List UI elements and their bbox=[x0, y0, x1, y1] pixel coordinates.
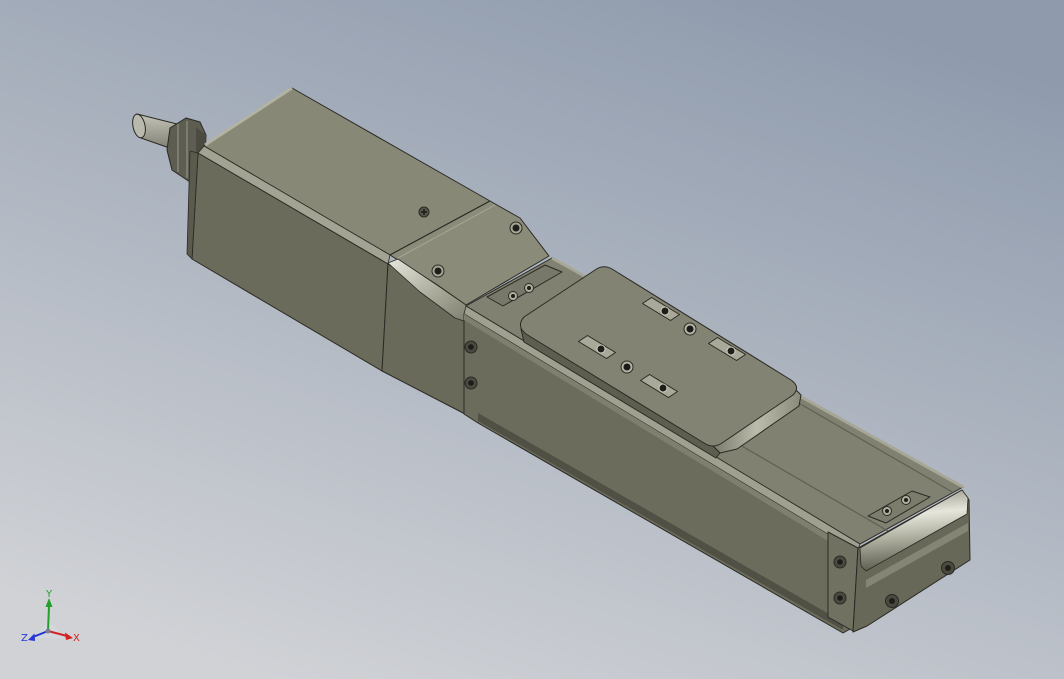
viewport-canvas[interactable]: Y X Z bbox=[0, 0, 1064, 679]
adapter-hole bbox=[431, 264, 445, 278]
triad-origin bbox=[45, 628, 51, 634]
triad-y-label: Y bbox=[45, 589, 53, 600]
hole-bore bbox=[512, 224, 520, 232]
rail-side-screw bbox=[464, 376, 478, 390]
screw-socket bbox=[904, 498, 908, 502]
screw-socket bbox=[837, 559, 843, 565]
adapter-hole bbox=[509, 221, 523, 235]
screw-socket bbox=[885, 509, 889, 513]
screw-socket bbox=[889, 598, 895, 604]
rail-end-plate-screw bbox=[901, 495, 911, 505]
slot-hole bbox=[726, 346, 736, 356]
end-cap-side-screw bbox=[833, 591, 847, 605]
triad-x-label: X bbox=[73, 633, 80, 644]
triad-z-label: Z bbox=[21, 633, 28, 644]
screw-socket bbox=[468, 380, 474, 386]
end-cap-face-screw bbox=[941, 561, 955, 575]
end-cap-side-screw bbox=[833, 555, 847, 569]
screw-socket bbox=[945, 565, 951, 571]
motor-top-screw bbox=[418, 206, 430, 218]
rail-end-plate-screw bbox=[882, 506, 892, 516]
rail-side-screw bbox=[464, 340, 478, 354]
cad-graphics-viewport[interactable]: Y X Z bbox=[0, 0, 1064, 679]
hole-bore bbox=[434, 267, 442, 275]
end-plate-screw bbox=[524, 283, 534, 293]
end-cap-face-screw bbox=[885, 594, 899, 608]
screw-socket bbox=[527, 286, 531, 290]
screw-socket bbox=[837, 595, 843, 601]
end-plate-screw bbox=[508, 291, 518, 301]
hole-bore bbox=[623, 363, 631, 371]
screw-socket bbox=[511, 294, 515, 298]
slot-hole bbox=[596, 344, 606, 354]
triad-y-axis bbox=[47, 605, 50, 632]
carriage-pin-hole bbox=[620, 360, 634, 374]
screw-socket bbox=[468, 344, 474, 350]
slot-hole bbox=[660, 306, 670, 316]
carriage-pin-hole bbox=[683, 322, 697, 336]
hole-bore bbox=[686, 325, 694, 333]
slot-hole bbox=[658, 383, 668, 393]
